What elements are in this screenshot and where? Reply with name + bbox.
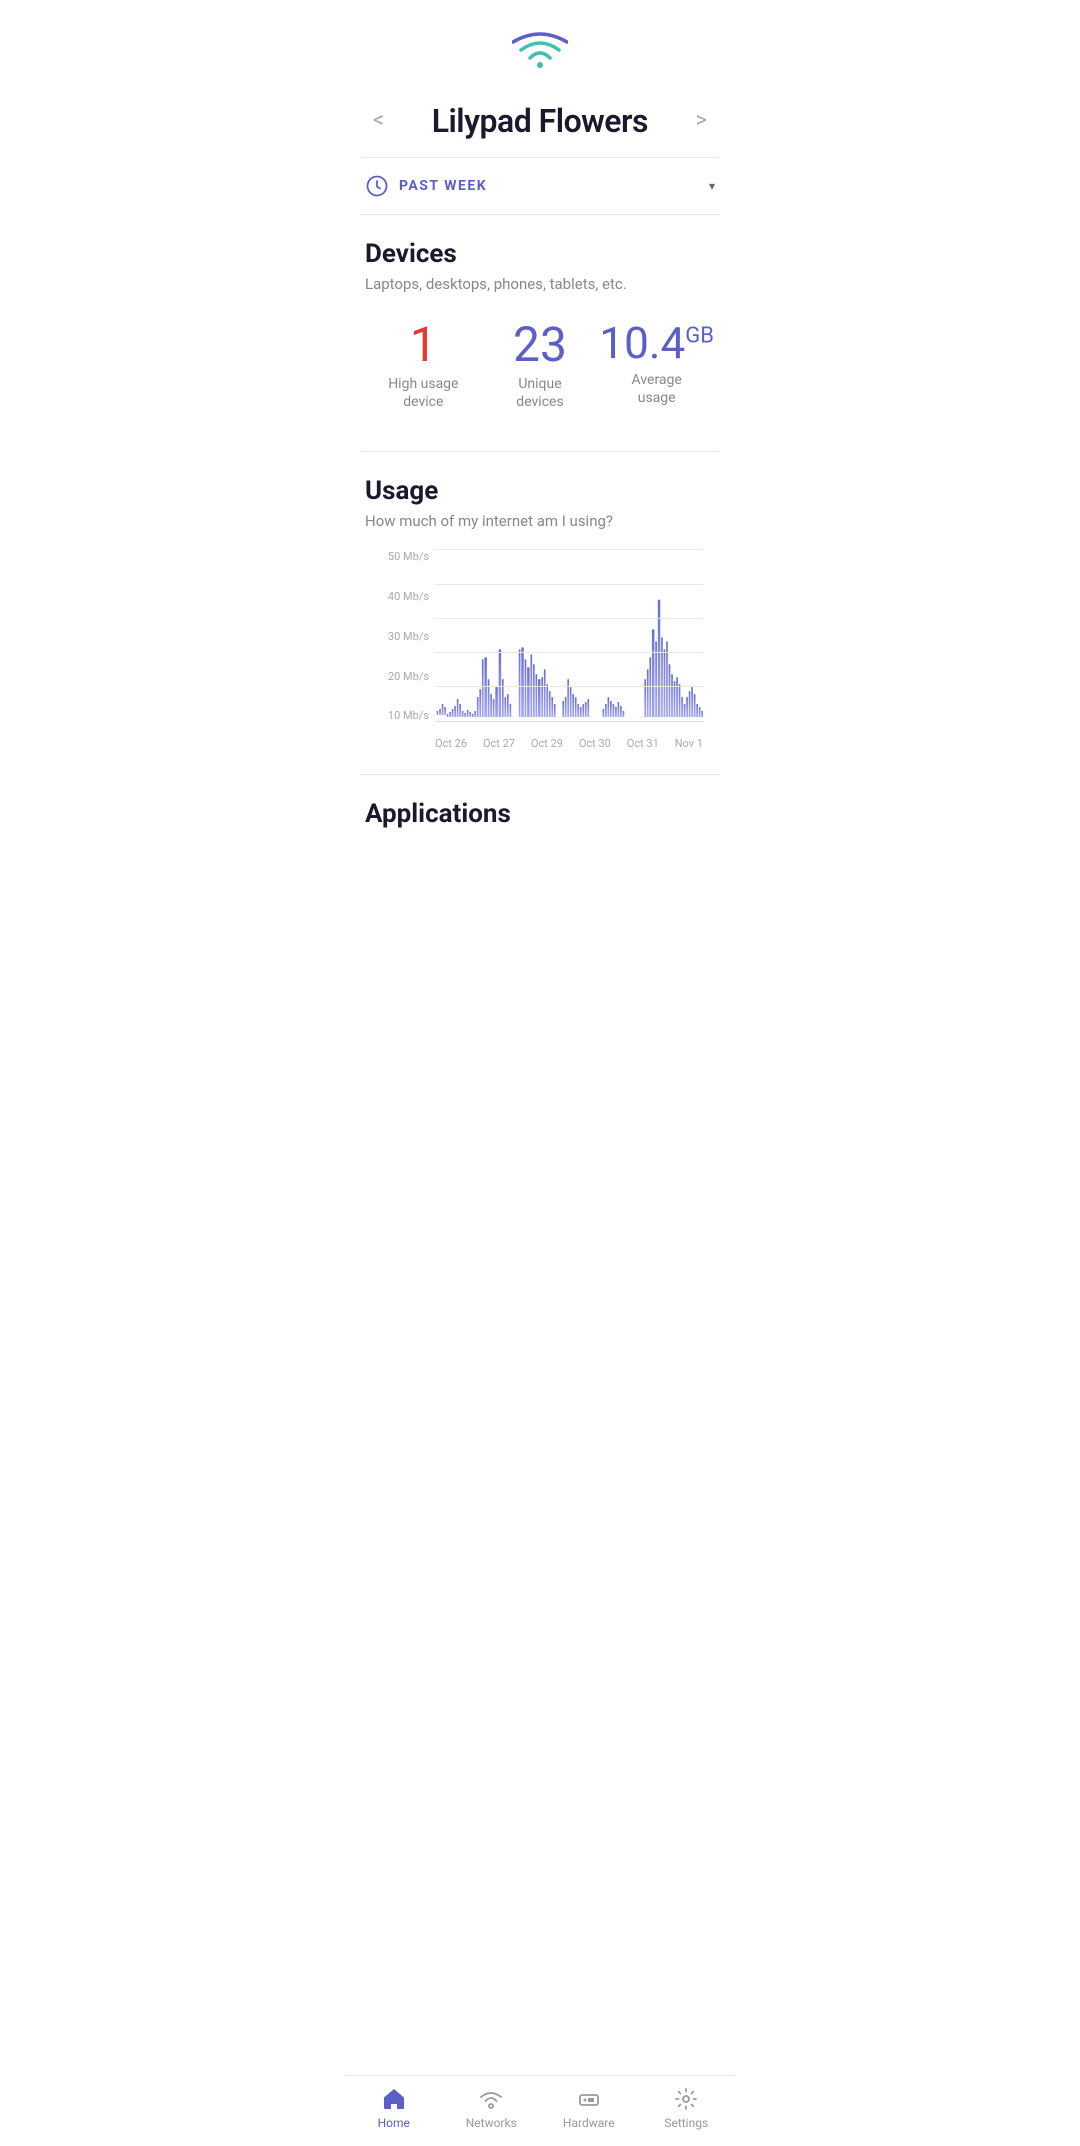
stat-high-usage[interactable]: 1 High usagedevice [365, 321, 482, 411]
usage-title: Usage [365, 476, 715, 506]
chart-y-axis: 10 Mb/s 20 Mb/s 30 Mb/s 40 Mb/s 50 Mb/s [377, 550, 429, 722]
page-title: Lilypad Flowers [432, 102, 648, 140]
y-label-40: 40 Mb/s [377, 590, 429, 603]
nav-home[interactable]: Home [345, 2086, 443, 2130]
stat-unique-devices[interactable]: 23 Uniquedevices [482, 321, 599, 411]
usage-subtitle: How much of my internet am I using? [365, 512, 715, 530]
hardware-icon [576, 2086, 602, 2112]
nav-settings[interactable]: Settings [638, 2086, 736, 2130]
y-label-30: 30 Mb/s [377, 630, 429, 643]
nav-networks-label: Networks [466, 2116, 517, 2130]
networks-icon [478, 2086, 504, 2112]
y-label-50: 50 Mb/s [377, 550, 429, 563]
time-filter-label: PAST WEEK [399, 178, 487, 194]
x-label-oct29: Oct 29 [531, 737, 563, 750]
applications-section: Applications [345, 775, 735, 909]
usage-section: Usage How much of my internet am I using… [345, 452, 735, 774]
stat-high-usage-value: 1 [410, 321, 437, 369]
grid-line-50 [435, 549, 703, 550]
chart-x-axis: Oct 26 Oct 27 Oct 29 Oct 30 Oct 31 Nov 1 [435, 726, 703, 750]
time-filter-dropdown-icon[interactable]: ▾ [709, 179, 715, 193]
grid-line-20 [435, 652, 703, 653]
time-filter-left: PAST WEEK [365, 174, 487, 198]
stat-avg-usage-value: 10.4GB [599, 321, 714, 365]
y-label-20: 20 Mb/s [377, 670, 429, 683]
x-label-oct31: Oct 31 [627, 737, 659, 750]
stat-unique-devices-value: 23 [513, 321, 567, 369]
chart-area [435, 550, 703, 722]
settings-icon [673, 2086, 699, 2112]
page-header: < Lilypad Flowers > [345, 92, 735, 157]
home-icon [381, 2086, 407, 2112]
x-label-nov1: Nov 1 [675, 737, 703, 750]
x-label-oct26: Oct 26 [435, 737, 467, 750]
nav-hardware-label: Hardware [563, 2116, 615, 2130]
prev-button[interactable]: < [365, 100, 392, 141]
chart-svg [435, 550, 703, 721]
y-label-10: 10 Mb/s [377, 709, 429, 722]
x-label-oct30: Oct 30 [579, 737, 611, 750]
next-button[interactable]: > [687, 100, 715, 141]
stat-unique-devices-label: Uniquedevices [516, 375, 563, 411]
wifi-logo [345, 0, 735, 92]
time-filter-row[interactable]: PAST WEEK ▾ [345, 158, 735, 214]
usage-chart: 10 Mb/s 20 Mb/s 30 Mb/s 40 Mb/s 50 Mb/s [377, 550, 703, 750]
grid-line-40 [435, 584, 703, 585]
nav-networks[interactable]: Networks [443, 2086, 541, 2130]
bottom-navigation: Home Networks Hardware Settings [345, 2075, 735, 2146]
applications-title: Applications [365, 799, 715, 829]
stat-avg-usage-label: Averageusage [632, 371, 682, 407]
stat-high-usage-label: High usagedevice [388, 375, 458, 411]
clock-icon [365, 174, 389, 198]
devices-stats-row: 1 High usagedevice 23 Uniquedevices 10.4… [365, 313, 715, 435]
devices-subtitle: Laptops, desktops, phones, tablets, etc. [365, 275, 715, 293]
nav-settings-label: Settings [664, 2116, 708, 2130]
grid-line-30 [435, 618, 703, 619]
devices-section: Devices Laptops, desktops, phones, table… [345, 215, 735, 451]
x-label-oct27: Oct 27 [483, 737, 515, 750]
nav-hardware[interactable]: Hardware [540, 2086, 638, 2130]
nav-home-label: Home [378, 2116, 410, 2130]
stat-avg-usage[interactable]: 10.4GB Averageusage [598, 321, 715, 407]
devices-title: Devices [365, 239, 715, 269]
grid-line-10 [435, 686, 703, 687]
